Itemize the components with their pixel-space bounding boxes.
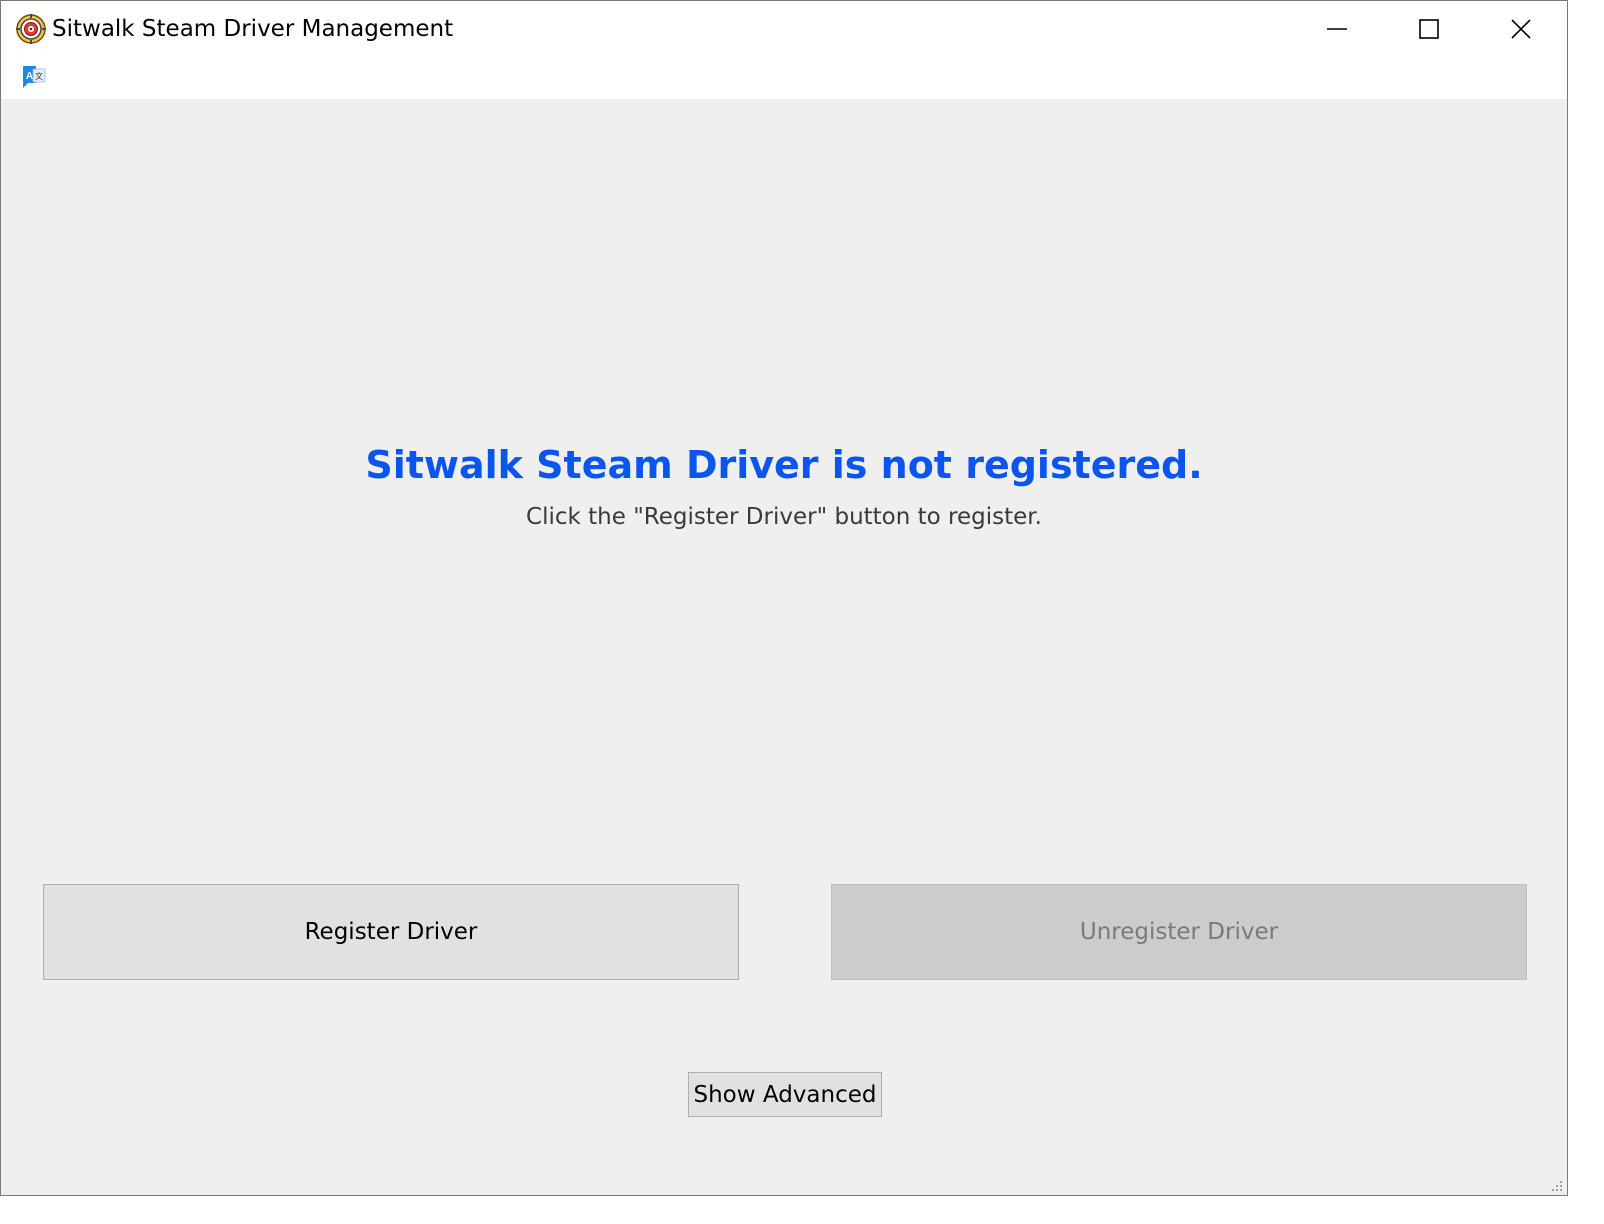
register-driver-button[interactable]: Register Driver	[43, 884, 739, 980]
minimize-icon	[1326, 18, 1348, 40]
maximize-button[interactable]	[1383, 1, 1475, 57]
main-content: Sitwalk Steam Driver is not registered. …	[1, 99, 1567, 1195]
toolbar: A 文	[1, 57, 1567, 99]
status-subtitle: Click the "Register Driver" button to re…	[526, 504, 1042, 530]
svg-text:文: 文	[35, 71, 43, 81]
app-logo-icon	[15, 13, 47, 45]
unregister-driver-button[interactable]: Unregister Driver	[831, 884, 1527, 980]
window-title: Sitwalk Steam Driver Management	[52, 16, 454, 42]
svg-text:A: A	[26, 71, 33, 82]
title-bar[interactable]: Sitwalk Steam Driver Management	[1, 1, 1567, 57]
resize-grip-icon[interactable]	[1549, 1177, 1563, 1191]
translate-icon[interactable]: A 文	[20, 63, 48, 91]
app-window: Sitwalk Steam Driver Management A 文 Sitw…	[0, 0, 1568, 1196]
maximize-icon	[1418, 18, 1440, 40]
close-button[interactable]	[1475, 1, 1567, 57]
show-advanced-button[interactable]: Show Advanced	[688, 1072, 882, 1117]
minimize-button[interactable]	[1291, 1, 1383, 57]
status-title: Sitwalk Steam Driver is not registered.	[365, 443, 1203, 487]
close-icon	[1510, 18, 1532, 40]
